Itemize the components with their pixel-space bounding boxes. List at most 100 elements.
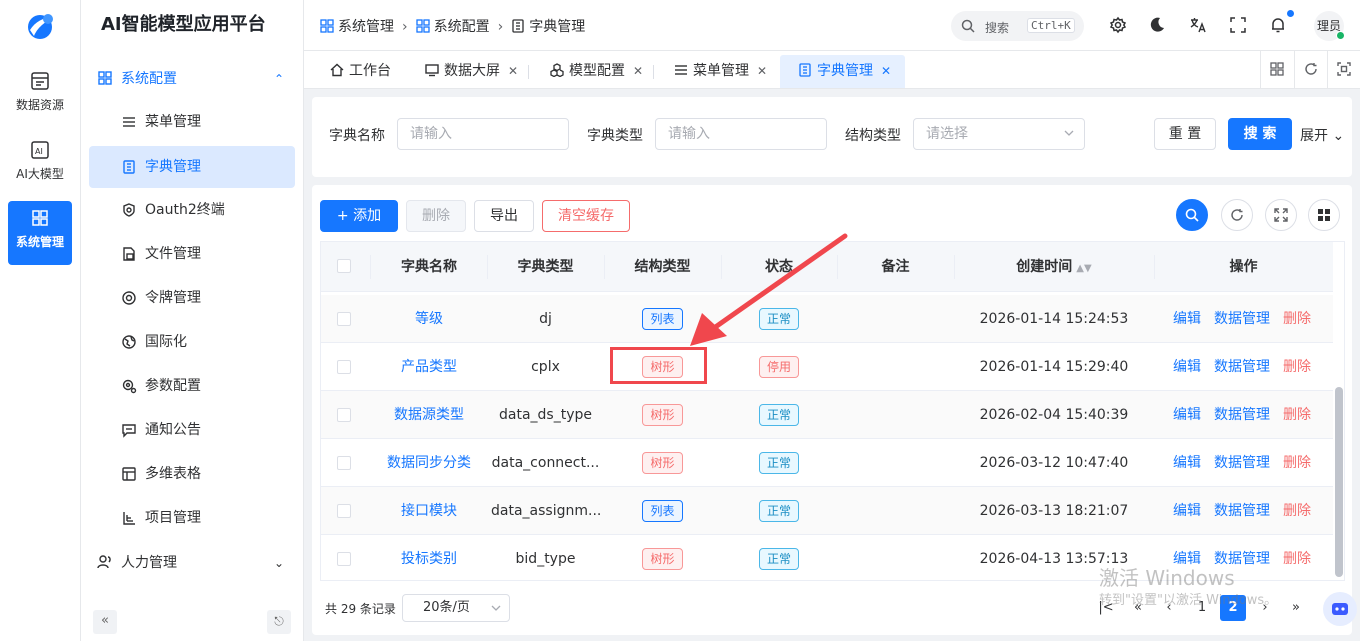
moon-icon[interactable] [1148,16,1166,34]
breadcrumb-item[interactable]: 系统配置 [415,16,490,36]
cell-dict-name[interactable]: 数据源类型 [371,391,487,439]
global-search[interactable]: 搜索 Ctrl+K [951,11,1084,41]
edit-link[interactable]: 编辑 [1173,455,1201,471]
cell-status: 停用 [721,343,837,391]
page-size-select[interactable]: 20条/页 [402,594,510,622]
edit-link[interactable]: 编辑 [1173,359,1201,375]
cell-dict-name[interactable]: 等级 [371,295,487,343]
data-manage-link[interactable]: 数据管理 [1214,455,1270,471]
col-created-time[interactable]: 创建时间 ▲▼ [954,242,1154,292]
bell-icon[interactable] [1269,16,1287,34]
delete-button[interactable]: 删除 [406,200,466,232]
expand-toggle[interactable]: 展开 ⌄ [1300,125,1344,145]
row-checkbox[interactable] [337,504,351,518]
fullscreen-icon[interactable] [1229,16,1247,34]
refresh-table-button[interactable] [1221,199,1253,231]
pin-icon[interactable]: ⎋ [267,610,291,634]
next-fast-button[interactable]: » [1283,595,1309,621]
collapse-sidebar-button[interactable]: « [93,610,117,634]
gear-icon[interactable] [1109,16,1127,34]
tab-maximize-button[interactable] [1327,51,1359,89]
delete-link[interactable]: 删除 [1283,551,1311,567]
toggle-search-button[interactable] [1176,199,1208,231]
close-icon[interactable]: ✕ [881,64,891,78]
cell-dict-name[interactable]: 产品类型 [371,343,487,391]
delete-link[interactable]: 删除 [1283,311,1311,327]
data-manage-link[interactable]: 数据管理 [1214,407,1270,423]
token-icon [122,291,136,305]
menu-item-params[interactable]: 参数配置 [89,365,295,407]
table-scrollbar-thumb[interactable] [1335,387,1343,577]
shield-icon [123,203,135,217]
rail-item-ai-model[interactable]: AI AI大模型 [8,133,72,197]
edit-link[interactable]: 编辑 [1173,311,1201,327]
reset-button[interactable]: 重 置 [1154,118,1216,150]
close-icon[interactable]: ✕ [757,64,767,78]
tab-refresh-button[interactable] [1294,51,1326,89]
row-checkbox[interactable] [337,552,351,566]
struct-type-select[interactable]: 请选择 [913,118,1085,150]
tab-grid-button[interactable] [1260,51,1292,89]
menu-group-system-config[interactable]: 系统配置 ⌃ [81,57,304,101]
sort-icon[interactable]: ▲▼ [1076,263,1091,274]
cell-dict-name[interactable]: 接口模块 [371,487,487,535]
menu-item-dict-mgmt[interactable]: 字典管理 [89,146,295,188]
cell-status: 正常 [721,535,837,580]
close-icon[interactable]: ✕ [508,64,518,78]
struct-type-label: 结构类型 [845,128,901,144]
columns-setting-button[interactable] [1308,199,1340,231]
clear-cache-button[interactable]: 清空缓存 [542,200,630,232]
menu-item-token-mgmt[interactable]: 令牌管理 [89,277,295,319]
edit-link[interactable]: 编辑 [1173,503,1201,519]
cell-dict-name[interactable]: 投标类别 [371,535,487,580]
menu-item-oauth2[interactable]: Oauth2终端 [89,189,295,231]
delete-link[interactable]: 删除 [1283,455,1311,471]
tab-menu-mgmt[interactable]: 菜单管理 ✕ [666,55,775,88]
dict-type-input[interactable] [655,118,827,150]
tab-dict-mgmt[interactable]: 字典管理 ✕ [780,55,905,88]
menu-item-i18n[interactable]: 国际化 [89,321,295,363]
tab-data-screen[interactable]: 数据大屏 ✕ [417,55,526,88]
svg-text:AI: AI [35,147,43,156]
cell-dict-name[interactable]: 数据同步分类 [371,439,487,487]
cell-created-time: 2026-03-13 18:21:07 [979,503,1129,519]
rail-item-system[interactable]: 系统管理 [8,201,72,265]
fullscreen-table-button[interactable] [1265,199,1297,231]
edit-link[interactable]: 编辑 [1173,407,1201,423]
menu-item-file-mgmt[interactable]: 文件管理 [89,233,295,275]
export-button[interactable]: 导出 [474,200,534,232]
add-button[interactable]: + 添加 [320,200,398,232]
menu-item-project[interactable]: 项目管理 [89,497,295,539]
cell-status: 正常 [721,295,837,343]
chatbot-button[interactable] [1323,592,1357,626]
tabs-bar: 工作台 数据大屏 ✕ 模型配置 ✕ 菜单管理 ✕ 字典管理 ✕ [304,51,1360,89]
close-icon[interactable]: ✕ [633,64,643,78]
menu-item-menu-mgmt[interactable]: 菜单管理 [89,101,295,143]
row-checkbox[interactable] [337,408,351,422]
tab-workbench[interactable]: 工作台 [322,55,399,88]
tab-model-config[interactable]: 模型配置 ✕ [542,55,651,88]
delete-link[interactable]: 删除 [1283,407,1311,423]
project-icon [123,512,135,525]
row-checkbox[interactable] [337,360,351,374]
menu-group-hr[interactable]: 人力管理 ⌄ [81,541,304,585]
row-checkbox[interactable] [337,312,351,326]
windows-watermark: 激活 Windows [1099,566,1235,590]
data-manage-link[interactable]: 数据管理 [1214,311,1270,327]
delete-link[interactable]: 删除 [1283,503,1311,519]
select-all-checkbox[interactable] [337,259,351,273]
online-status-dot [1336,31,1345,40]
dict-name-input[interactable] [397,118,569,150]
breadcrumb-item[interactable]: 系统管理 [320,16,394,36]
top-header: 系统管理 › 系统配置 › 字典管理 搜索 Ctrl+K 理员 [304,0,1360,51]
avatar[interactable]: 理员 [1314,11,1345,41]
menu-item-multi-table[interactable]: 多维表格 [89,453,295,495]
menu-item-notice[interactable]: 通知公告 [89,409,295,451]
translate-icon[interactable] [1189,16,1207,34]
rail-item-data-resources[interactable]: 数据资源 [8,64,72,128]
data-manage-link[interactable]: 数据管理 [1214,503,1270,519]
row-checkbox[interactable] [337,456,351,470]
delete-link[interactable]: 删除 [1283,359,1311,375]
search-button[interactable]: 搜 索 [1228,118,1292,150]
data-manage-link[interactable]: 数据管理 [1214,359,1270,375]
